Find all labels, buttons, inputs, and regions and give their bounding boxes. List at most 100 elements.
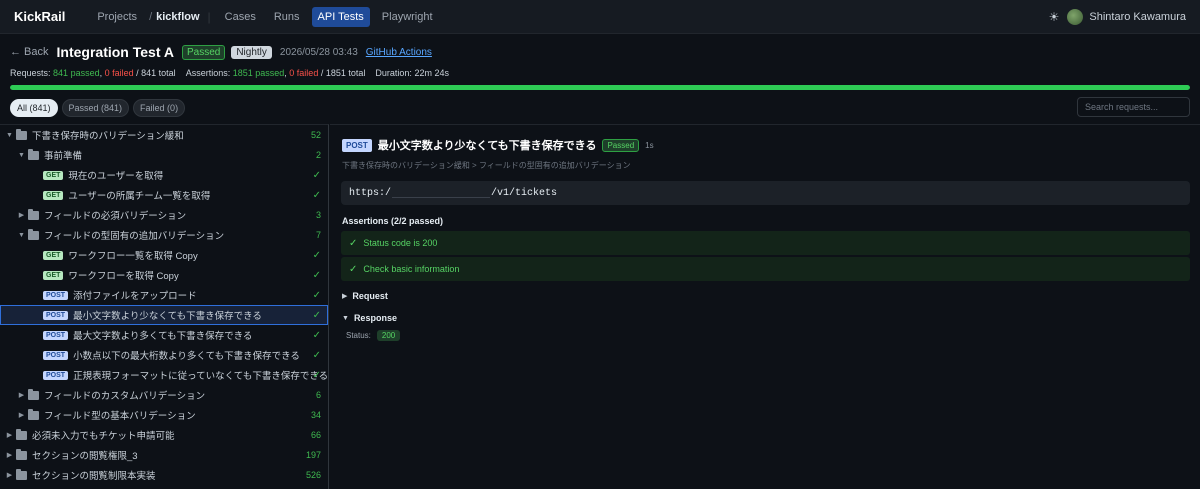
sun-icon[interactable]: ☀ xyxy=(1049,10,1060,24)
url-redacted xyxy=(392,189,491,198)
method-badge: POST xyxy=(43,290,69,300)
tree-label: フィールドのカスタムバリデーション xyxy=(44,391,206,402)
tree-folder[interactable]: ▶ フィールドのカスタムバリデーション 6 xyxy=(0,385,328,405)
brand-logo[interactable]: KickRail xyxy=(14,9,65,24)
search-input[interactable] xyxy=(1077,97,1190,117)
duration-stats: Duration: 22m 24s xyxy=(375,68,449,78)
detail-status-badge: Passed xyxy=(602,138,640,152)
chevron-right-icon[interactable]: ▶ xyxy=(17,391,26,399)
assertion-label: Status code is 200 xyxy=(363,238,438,248)
request-section-label: Request xyxy=(352,291,388,301)
nav-project-name[interactable]: kickflow xyxy=(156,11,199,23)
tree-folder[interactable]: ▶ フィールドの必須バリデーション 3 xyxy=(0,205,328,225)
folder-icon xyxy=(16,468,27,480)
filter-all[interactable]: All (841) xyxy=(10,99,58,117)
user-name[interactable]: Shintaro Kawamura xyxy=(1089,11,1186,23)
folder-icon xyxy=(28,388,39,400)
assertion-label: Check basic information xyxy=(363,264,460,274)
assertion-row: ✓ Status code is 200 xyxy=(341,231,1190,255)
tree-label: フィールド型の基本バリデーション xyxy=(44,411,196,422)
method-badge: POST xyxy=(43,330,69,340)
nav-separator: / xyxy=(149,10,153,23)
tree-folder[interactable]: ▶ フィールド型の基本バリデーション 34 xyxy=(0,405,328,425)
duration-value: 22m 24s xyxy=(414,68,449,78)
check-icon: ✓ xyxy=(349,237,358,249)
filter-failed[interactable]: Failed (0) xyxy=(133,99,186,117)
assertions-title: Assertions (2/2 passed) xyxy=(342,216,444,226)
tree-label: 小数点以下の最大桁数より多くても下書き保存できる xyxy=(73,351,300,362)
tree-folder[interactable]: ▼ 下書き保存時のバリデーション緩和 52 xyxy=(0,125,328,145)
tree-label: 最大文字数より多くても下書き保存できる xyxy=(73,331,253,342)
github-actions-link[interactable]: GitHub Actions xyxy=(366,47,432,58)
nav-api-tests[interactable]: API Tests xyxy=(311,6,370,27)
tree-request[interactable]: GET ワークフローを取得 Copy ✓ xyxy=(0,265,328,285)
tree-label: 下書き保存時のバリデーション緩和 xyxy=(32,131,184,142)
chevron-down-icon[interactable]: ▼ xyxy=(5,132,14,139)
nav-playwright[interactable]: Playwright xyxy=(376,7,439,27)
check-icon: ✓ xyxy=(312,289,321,301)
tree-label: フィールドの型固有の追加バリデーション xyxy=(44,231,225,242)
tree-label: 事前準備 xyxy=(44,151,83,162)
chevron-down-icon[interactable]: ▼ xyxy=(17,232,26,239)
tree-request[interactable]: GET 現在のユーザーを取得 ✓ xyxy=(0,165,328,185)
method-badge: GET xyxy=(43,270,64,280)
request-count: 52 xyxy=(310,130,321,140)
chevron-right-icon[interactable]: ▶ xyxy=(5,471,14,479)
response-section-toggle[interactable]: ▼ Response xyxy=(342,313,397,323)
tree-request[interactable]: POST 最大文字数より多くても下書き保存できる ✓ xyxy=(0,325,328,345)
chevron-right-icon[interactable]: ▶ xyxy=(17,211,26,219)
tree-request[interactable]: GET ユーザーの所属チーム一覧を取得 ✓ xyxy=(0,185,328,205)
request-section-toggle[interactable]: ▶ Request xyxy=(342,291,388,301)
folder-icon xyxy=(16,448,27,460)
requests-label: Requests: xyxy=(10,68,51,78)
requests-stats: Requests: 841 passed, 0 failed / 841 tot… xyxy=(10,68,176,78)
tree-request[interactable]: GET ワークフロー一覧を取得 Copy ✓ xyxy=(0,245,328,265)
breadcrumb: 下書き保存時のバリデーション緩和 > フィールドの型固有の追加バリデーション xyxy=(342,161,631,170)
duration-label: Duration: xyxy=(375,68,412,78)
nav-divider: | xyxy=(207,9,211,24)
folder-icon xyxy=(28,228,39,240)
avatar[interactable] xyxy=(1067,8,1084,25)
tree-request[interactable]: POST 添付ファイルをアップロード ✓ xyxy=(0,285,328,305)
tree-request[interactable]: POST 小数点以下の最大桁数より多くても下書き保存できる ✓ xyxy=(0,345,328,365)
tree-folder[interactable]: ▶ セクションの閲覧権限_3 197 xyxy=(0,445,328,465)
method-badge: POST xyxy=(43,370,69,380)
check-icon: ✓ xyxy=(312,309,321,321)
folder-icon xyxy=(16,428,27,440)
nav-projects[interactable]: Projects xyxy=(91,7,143,27)
chevron-right-icon[interactable]: ▶ xyxy=(5,431,14,439)
request-url[interactable]: https:/ /v1/tickets xyxy=(341,181,1190,205)
nav-user-area: ☀ Shintaro Kawamura xyxy=(1049,8,1186,25)
response-status: Status: 200 xyxy=(346,330,401,341)
filter-passed[interactable]: Passed (841) xyxy=(61,99,130,117)
nav-cases[interactable]: Cases xyxy=(219,7,262,27)
check-icon: ✓ xyxy=(312,189,321,201)
chevron-right-icon[interactable]: ▶ xyxy=(17,411,26,419)
tree-folder[interactable]: ▶ セクションの閲覧制限本実装 526 xyxy=(0,465,328,485)
tree-label: ユーザーの所属チーム一覧を取得 xyxy=(68,191,211,202)
check-icon: ✓ xyxy=(312,329,321,341)
chevron-down-icon[interactable]: ▼ xyxy=(17,152,26,159)
nav-runs[interactable]: Runs xyxy=(268,7,306,27)
tree-label: ワークフロー一覧を取得 Copy xyxy=(68,251,198,262)
method-badge: GET xyxy=(43,190,64,200)
assertions-stats: Assertions: 1851 passed, 0 failed / 1851… xyxy=(185,68,366,78)
status-badge: Passed xyxy=(181,44,226,60)
tree-request[interactable]: POST 最小文字数より少なくても下書き保存できる ✓ xyxy=(0,305,328,325)
chevron-right-icon[interactable]: ▶ xyxy=(5,451,14,459)
request-count: 197 xyxy=(305,450,321,460)
check-icon: ✓ xyxy=(312,349,321,361)
url-suffix: /v1/tickets xyxy=(491,187,558,199)
back-button[interactable]: ← Back xyxy=(10,46,49,58)
requests-passed: 841 passed xyxy=(53,68,100,78)
pass-progress-bar xyxy=(10,85,1190,90)
assertions-passed: 1851 passed xyxy=(232,68,285,78)
tree-folder[interactable]: ▶ 必須未入力でもチケット申請可能 66 xyxy=(0,425,328,445)
url-prefix: https:/ xyxy=(349,187,392,199)
tree-folder[interactable]: ▼ 事前準備 2 xyxy=(0,145,328,165)
filter-chips: All (841) Passed (841) Failed (0) xyxy=(10,99,189,117)
tree-folder[interactable]: ▼ フィールドの型固有の追加バリデーション 7 xyxy=(0,225,328,245)
progress-fill xyxy=(10,85,1190,90)
tree-request[interactable]: POST 正規表現フォーマットに従っていなくても下書き保存できる ✓ xyxy=(0,365,328,385)
check-icon: ✓ xyxy=(312,369,321,381)
